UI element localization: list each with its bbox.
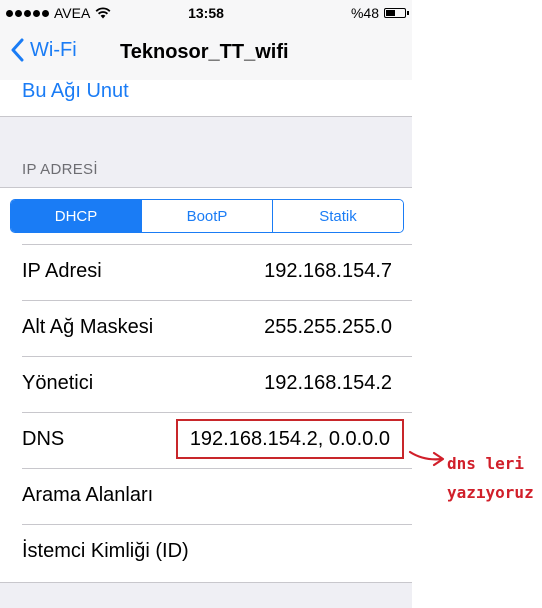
row-value: 255.255.255.0 (264, 316, 392, 338)
segment-dhcp[interactable]: DHCP (11, 200, 141, 232)
row-label: Arama Alanları (22, 484, 154, 506)
router-row: Yönetici 192.168.154.2 (22, 356, 412, 412)
arrow-right-icon (408, 450, 445, 467)
row-label: Alt Ağ Maskesi (22, 316, 154, 338)
search-domains-row[interactable]: Arama Alanları (22, 468, 412, 524)
battery-percent: %48 (350, 5, 379, 21)
segment-bootp[interactable]: BootP (141, 200, 272, 232)
status-bar: AVEA 13:58 %48 (0, 0, 412, 26)
annotation-line-1: dns leri (447, 454, 525, 473)
battery-icon (384, 8, 409, 18)
segment-static[interactable]: Statik (272, 200, 403, 232)
forget-network-group: Bu Ağı Unut (0, 80, 412, 117)
ip-address-row: IP Adresi 192.168.154.7 (22, 244, 412, 300)
subnet-mask-row: Alt Ağ Maskesi 255.255.255.0 (22, 300, 412, 356)
dns-value: 192.168.154.2, 0.0.0.0 (189, 427, 390, 450)
row-label: IP Adresi (22, 260, 102, 282)
back-label: Wi-Fi (30, 38, 77, 61)
row-value: 192.168.154.7 (264, 260, 392, 282)
dns-row[interactable]: DNS 192.168.154.2, 0.0.0.0 (22, 412, 412, 468)
row-label: Yönetici (22, 372, 94, 394)
row-label: İstemci Kimliği (ID) (22, 540, 189, 562)
client-id-row[interactable]: İstemci Kimliği (ID) (22, 524, 412, 580)
ip-settings-group: DHCP BootP Statik IP Adresi 192.168.154.… (0, 187, 412, 583)
battery-fill (386, 10, 395, 16)
navigation-bar: Wi-Fi Teknosor_TT_wifi (0, 26, 412, 81)
row-label: DNS (22, 428, 65, 450)
ip-mode-segmented-control: DHCP BootP Statik (10, 199, 404, 233)
ip-section-header: IP ADRESİ (22, 161, 98, 178)
forget-network-button[interactable]: Bu Ağı Unut (22, 80, 129, 103)
annotation-line-2: yazıyoruz (447, 483, 534, 502)
row-value: 192.168.154.2 (264, 372, 392, 394)
phone-screen: AVEA 13:58 %48 Wi-Fi Teknosor_TT_wifi Bu… (0, 0, 412, 608)
status-right: %48 (350, 5, 409, 21)
page-title: Teknosor_TT_wifi (120, 41, 289, 63)
chevron-left-icon (11, 38, 24, 62)
back-button[interactable]: Wi-Fi (10, 38, 77, 62)
dns-value-highlight[interactable]: 192.168.154.2, 0.0.0.0 (175, 419, 404, 459)
